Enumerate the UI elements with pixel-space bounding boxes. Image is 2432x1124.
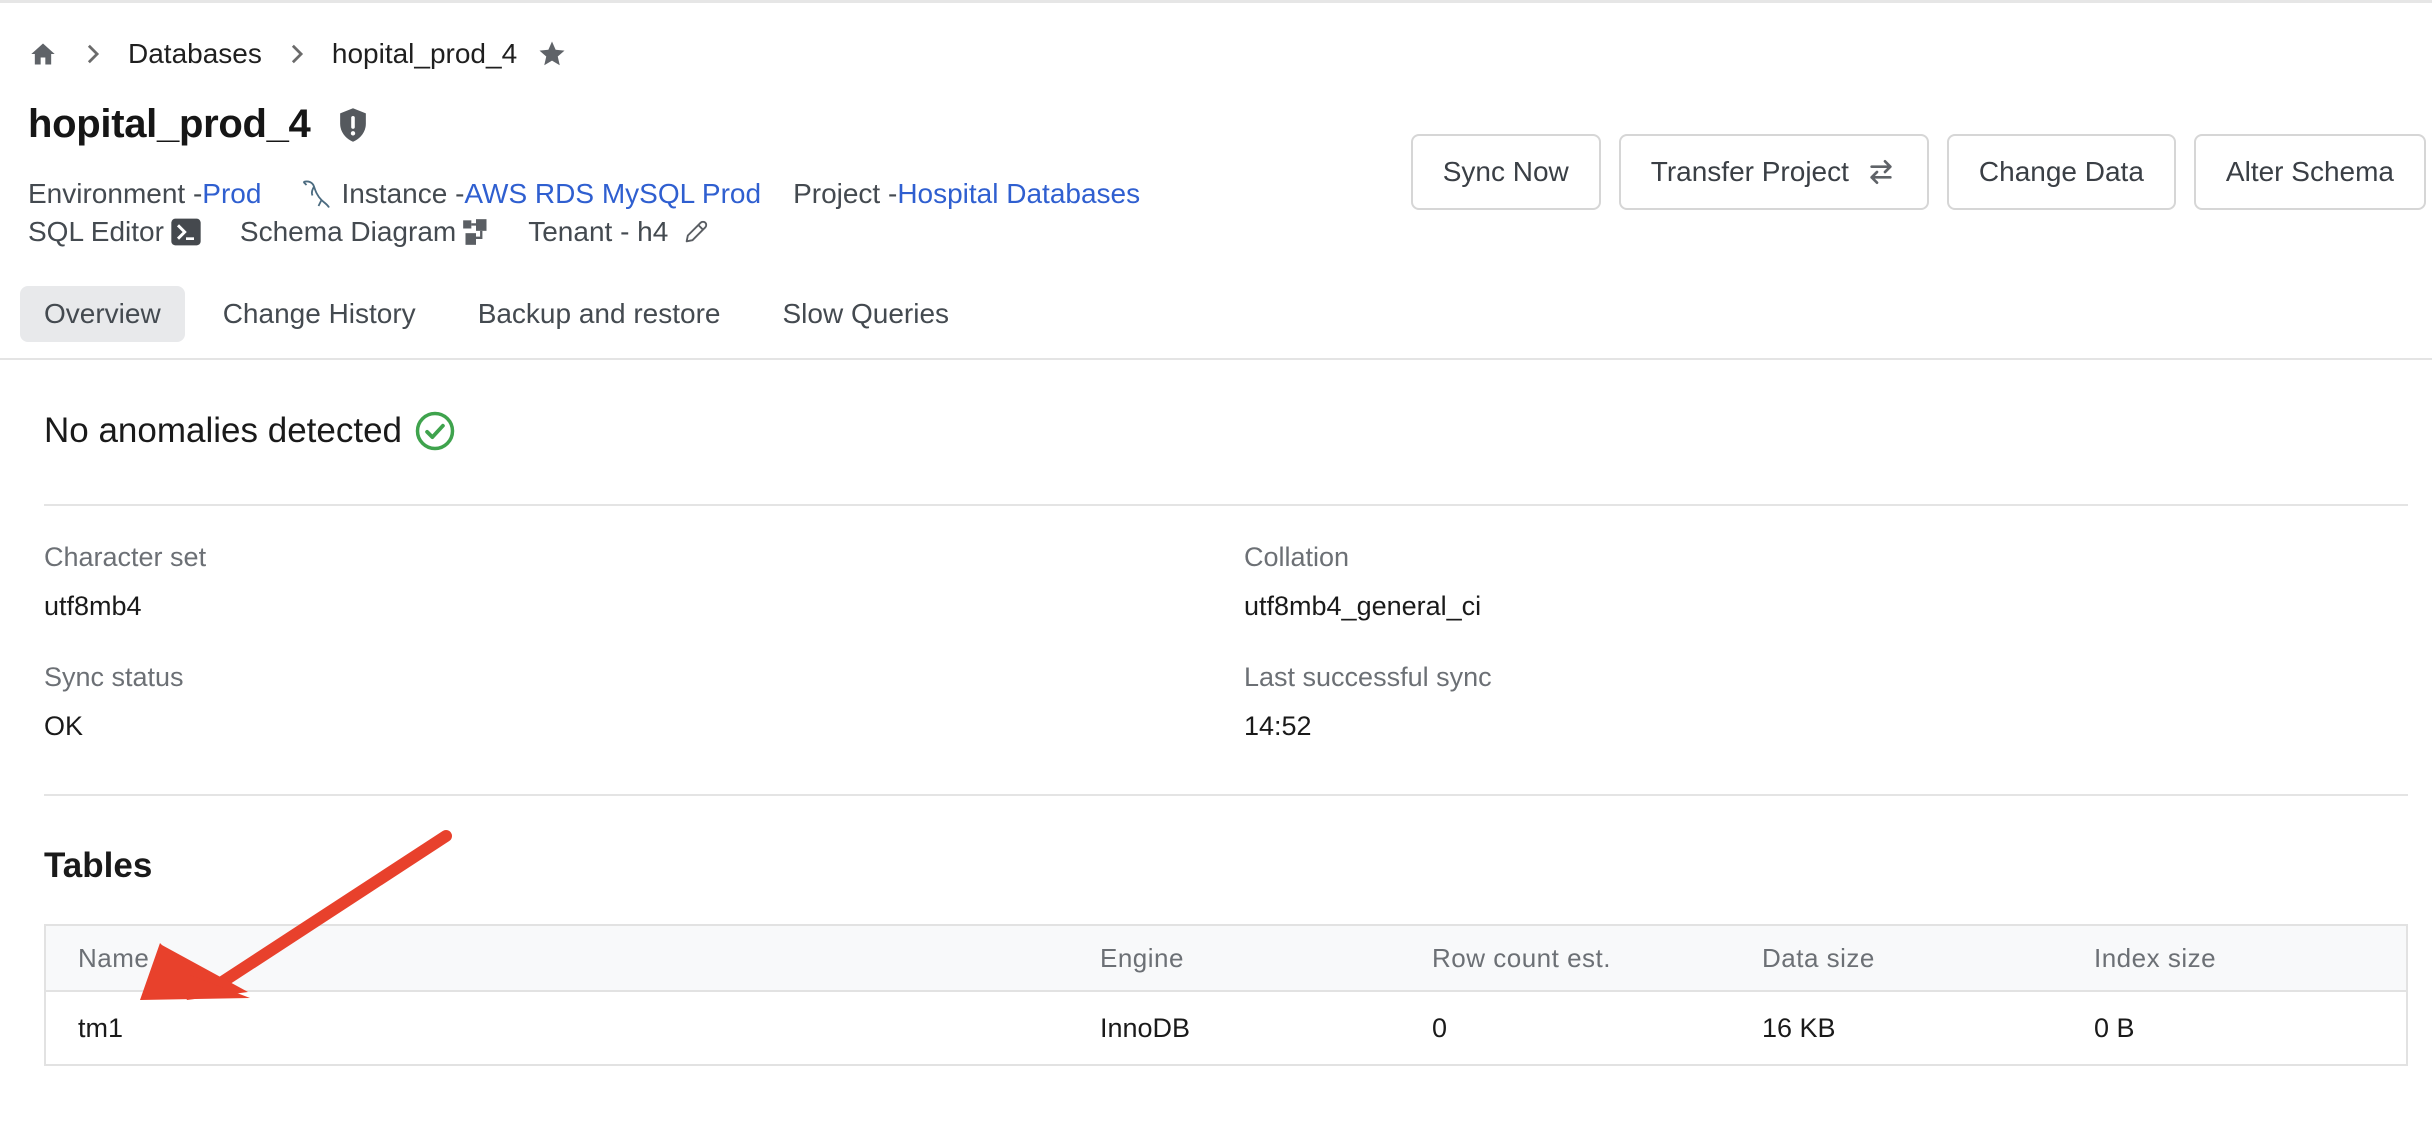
cell-engine: InnoDB [1100,1012,1191,1043]
anomaly-status: No anomalies detected [44,410,456,452]
chevron-right-icon [286,43,308,65]
field-last-successful-sync: Last successful sync 14:52 [1244,662,1492,742]
diagram-icon [462,218,490,246]
transfer-project-label: Transfer Project [1650,156,1849,187]
change-data-button[interactable]: Change Data [1946,134,2176,210]
home-icon[interactable] [28,39,58,69]
field-sync-status: Sync status OK [44,662,184,742]
field-value: 14:52 [1244,711,1312,741]
column-header-name[interactable]: Name [78,943,149,974]
cell-row-count: 0 [1432,1012,1448,1043]
tab-slow-queries[interactable]: Slow Queries [759,286,974,342]
check-circle-icon [414,410,456,452]
project-info: Project - Hospital Databases [793,178,1140,210]
project-label: Project - [793,178,898,209]
environment-link[interactable]: Prod [202,178,261,210]
sql-editor-link[interactable]: SQL Editor [28,216,208,248]
section-divider [44,794,2408,796]
tab-backup-and-restore[interactable]: Backup and restore [454,286,745,342]
page-header: hopital_prod_4 [28,102,369,147]
database-meta-row-2: SQL Editor Schema Diagram Tenant - h4 [28,216,716,248]
tab-overview[interactable]: Overview [20,286,185,342]
database-meta-row-1: Environment - Prod Instance - AWS RDS My… [28,176,1140,212]
field-label: Character set [44,542,207,572]
tab-bar: Overview Change History Backup and resto… [20,286,973,342]
sync-now-button[interactable]: Sync Now [1410,134,1601,210]
anomaly-text: No anomalies detected [44,411,402,450]
instance-info: Instance - AWS RDS MySQL Prod [293,176,761,212]
sync-now-label: Sync Now [1442,156,1569,187]
table-row[interactable]: tm1 InnoDB 0 16 KB 0 B [46,992,2406,1064]
swap-arrows-icon [1865,156,1897,188]
column-header-engine[interactable]: Engine [1100,943,1184,974]
alter-schema-button[interactable]: Alter Schema [2193,134,2426,210]
cell-data-size: 16 KB [1762,1012,1836,1043]
field-label: Last successful sync [1244,662,1492,692]
mysql-dolphin-icon [299,176,335,212]
table-header: Name Engine Row count est. Data size Ind… [46,926,2406,992]
field-value: utf8mb4_general_ci [1244,591,1482,621]
instance-link[interactable]: AWS RDS MySQL Prod [464,178,761,210]
field-label: Collation [1244,542,1350,572]
tables-table: Name Engine Row count est. Data size Ind… [44,924,2408,1066]
breadcrumb-databases[interactable]: Databases [128,38,262,70]
shield-alert-icon [337,107,369,143]
page-title: hopital_prod_4 [28,102,311,146]
column-header-index-size[interactable]: Index size [2094,943,2216,974]
field-value: OK [44,711,84,741]
action-buttons: Sync Now Transfer Project Change Data Al… [1410,134,2426,210]
pencil-icon[interactable] [682,218,710,246]
tabs-divider [0,358,2432,360]
section-divider [44,504,2408,506]
column-header-data-size[interactable]: Data size [1762,943,1875,974]
breadcrumb: Databases hopital_prod_4 [28,34,567,74]
column-header-row-count[interactable]: Row count est. [1432,943,1611,974]
environment-info: Environment - Prod [28,178,261,210]
instance-label: Instance - [341,178,465,209]
cell-name[interactable]: tm1 [78,1013,123,1044]
tenant-label: Tenant - h4 [528,216,669,247]
breadcrumb-current-database: hopital_prod_4 [331,38,518,69]
field-character-set: Character set utf8mb4 [44,542,206,622]
change-data-label: Change Data [1978,156,2144,187]
tab-change-history[interactable]: Change History [199,286,440,342]
terminal-icon [170,216,202,248]
transfer-project-button[interactable]: Transfer Project [1618,134,1929,210]
star-icon[interactable] [537,39,567,69]
field-label: Sync status [44,662,184,692]
schema-diagram-label: Schema Diagram [239,216,457,247]
field-collation: Collation utf8mb4_general_ci [1244,542,1481,622]
alter-schema-label: Alter Schema [2225,156,2394,187]
environment-label: Environment - [28,178,203,209]
cell-index-size: 0 B [2094,1012,2135,1043]
tenant-info: Tenant - h4 [528,216,716,248]
sql-editor-label: SQL Editor [28,216,164,247]
field-value: utf8mb4 [44,591,142,621]
chevron-right-icon [82,43,104,65]
schema-diagram-link[interactable]: Schema Diagram [240,216,496,248]
top-border [0,0,2432,3]
project-link[interactable]: Hospital Databases [897,178,1140,210]
tables-section-title: Tables [44,846,153,885]
